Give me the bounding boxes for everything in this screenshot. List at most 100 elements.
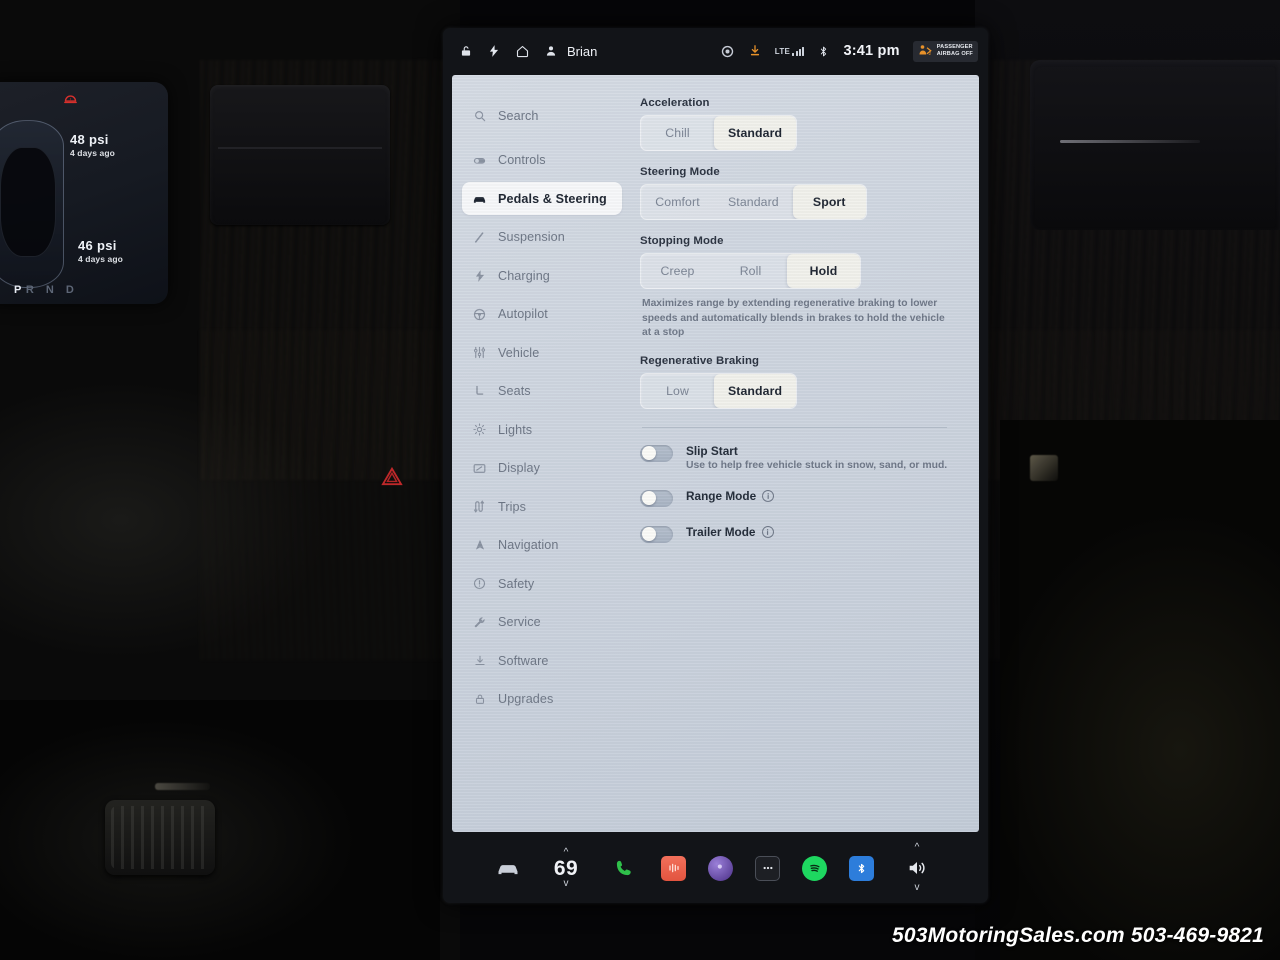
media-equalizer-icon[interactable] (661, 855, 686, 881)
driver-name[interactable]: Brian (567, 44, 597, 59)
acceleration-option-chill[interactable]: Chill (641, 116, 714, 150)
slip-start-label: Slip Start (686, 443, 738, 458)
tire-pressure-rear-age: 4 days ago (78, 254, 123, 264)
acceleration-option-standard[interactable]: Standard (714, 116, 797, 150)
sidebar-item-charging[interactable]: Charging (462, 259, 622, 292)
steering-option-comfort[interactable]: Comfort (641, 185, 714, 219)
spotify-icon[interactable] (802, 855, 827, 881)
steering-mode-segmented-control: Comfort Standard Sport (640, 184, 867, 220)
suspension-icon (472, 230, 487, 245)
volume-icon[interactable] (902, 853, 932, 883)
info-icon[interactable]: i (761, 525, 774, 538)
sidebar-item-label: Charging (498, 268, 550, 283)
sidebar-item-trips[interactable]: Trips (462, 490, 622, 523)
volume-control[interactable]: ^ v (896, 843, 938, 893)
sidebar-item-autopilot[interactable]: Autopilot (462, 298, 622, 331)
tire-pressure-rear: 46 psi 4 days ago (78, 238, 123, 264)
sidebar-item-software[interactable]: Software (462, 644, 622, 677)
sidebar-item-label: Navigation (498, 538, 559, 552)
phone-icon[interactable] (609, 853, 639, 883)
slacker-radio-icon[interactable] (708, 855, 733, 881)
sidebar-item-suspension[interactable]: Suspension (462, 221, 622, 254)
lightning-bolt-icon (472, 268, 487, 283)
center-touchscreen: Brian LTE 3:41 pm 2 PASSENGER AIRBAG OFF… (443, 28, 988, 903)
steering-option-sport[interactable]: Sport (792, 185, 866, 219)
stopping-mode-setting: Stopping Mode Creep Roll Hold (640, 235, 961, 289)
download-arrow-icon[interactable] (748, 44, 762, 58)
regenerative-braking-label: Regenerative Braking (640, 354, 760, 367)
chevron-down-icon[interactable]: v (564, 878, 569, 889)
sidebar-item-pedals-steering[interactable]: Pedals & Steering (462, 182, 622, 215)
sidebar-item-label: Display (498, 461, 540, 475)
sidebar-item-navigation[interactable]: Navigation (462, 529, 622, 562)
sidebar-item-label: Search (498, 108, 539, 123)
trailer-mode-toggle[interactable] (640, 525, 673, 543)
temperature-control[interactable]: ^ 69 v (545, 847, 587, 889)
car-icon[interactable] (493, 853, 523, 883)
steering-wheel-icon (472, 307, 487, 322)
home-icon[interactable] (515, 44, 530, 59)
sidebar-item-lights[interactable]: Lights (462, 413, 622, 446)
bluetooth-icon[interactable] (849, 855, 874, 881)
seat-icon (472, 384, 487, 399)
chevron-down-icon[interactable]: v (915, 883, 920, 893)
lock-icon (472, 692, 487, 707)
stopping-option-roll[interactable]: Roll (714, 254, 787, 288)
chevron-up-icon[interactable]: ^ (915, 843, 920, 853)
range-mode-toggle[interactable] (640, 489, 673, 507)
chevron-up-icon[interactable]: ^ (564, 847, 569, 858)
signal-bars-icon: LTE (775, 46, 805, 56)
section-divider (642, 426, 947, 428)
sidebar-item-safety[interactable]: Safety (462, 567, 622, 600)
hazard-triangle-icon[interactable] (381, 466, 403, 486)
stopping-option-hold[interactable]: Hold (787, 254, 860, 288)
steering-option-standard[interactable]: Standard (714, 185, 793, 219)
status-bar: Brian LTE 3:41 pm 2 PASSENGER AIRBAG OFF (443, 28, 988, 74)
person-icon[interactable] (544, 44, 558, 58)
info-icon[interactable]: i (762, 489, 775, 502)
sidebar-item-label: Suspension (498, 230, 565, 244)
status-badge: 2 PASSENGER AIRBAG OFF (912, 40, 978, 62)
stopping-mode-label: Stopping Mode (640, 235, 724, 247)
sidebar-item-display[interactable]: Display (462, 452, 622, 485)
sidebar-item-label: Lights (498, 422, 533, 437)
range-mode-label: Range Mode (686, 488, 757, 503)
lightning-bolt-icon[interactable] (487, 44, 501, 58)
tire-pressure-front-value: 48 psi (70, 132, 109, 147)
trips-icon (472, 499, 487, 514)
instrument-cluster: ! 48 psi 4 days ago 46 psi 4 days ago PR… (0, 82, 168, 304)
steering-mode-setting: Steering Mode Comfort Standard Sport (640, 166, 961, 220)
air-vent-right (1030, 60, 1280, 230)
car-icon (472, 191, 487, 206)
sidebar-item-controls[interactable]: Controls (462, 144, 622, 177)
stopping-option-creep[interactable]: Creep (641, 254, 714, 288)
airbag-line-2: AIRBAG OFF (936, 51, 973, 57)
stopping-mode-segmented-control: Creep Roll Hold (640, 253, 861, 289)
sidebar-item-service[interactable]: Service (462, 606, 622, 639)
sidebar-item-upgrades[interactable]: Upgrades (462, 683, 622, 716)
gear-selected: P (14, 284, 26, 296)
toggle-icon (472, 153, 487, 168)
gear-indicator: PR N D (14, 284, 78, 296)
slip-start-toggle[interactable] (640, 444, 673, 462)
lock-icon[interactable] (459, 44, 473, 58)
search-input[interactable]: Search (462, 99, 622, 132)
sidebar-item-seats[interactable]: Seats (462, 375, 622, 408)
bluetooth-icon[interactable] (817, 45, 830, 58)
sidebar-item-label: Trips (498, 499, 527, 514)
svg-text:!: ! (70, 97, 71, 103)
regen-option-standard[interactable]: Standard (714, 373, 797, 408)
regenerative-braking-setting: Regenerative Braking Low Standard (640, 355, 961, 409)
wrench-icon (472, 615, 487, 630)
clock: 3:41 pm (843, 43, 900, 59)
regen-option-low[interactable]: Low (641, 374, 714, 408)
brake-pedal (105, 800, 215, 875)
camera-circle-icon[interactable] (720, 44, 735, 59)
sidebar-item-label: Autopilot (498, 307, 548, 321)
airbag-line-1: PASSENGER (936, 44, 973, 51)
settings-sidebar: Search Controls Pedals & Steering Suspen… (452, 75, 632, 832)
bottom-dock: ^ 69 v ^ v (443, 833, 988, 903)
sidebar-item-vehicle[interactable]: Vehicle (462, 336, 622, 369)
more-dots-icon[interactable] (755, 855, 780, 881)
sidebar-item-label: Upgrades (498, 692, 554, 706)
